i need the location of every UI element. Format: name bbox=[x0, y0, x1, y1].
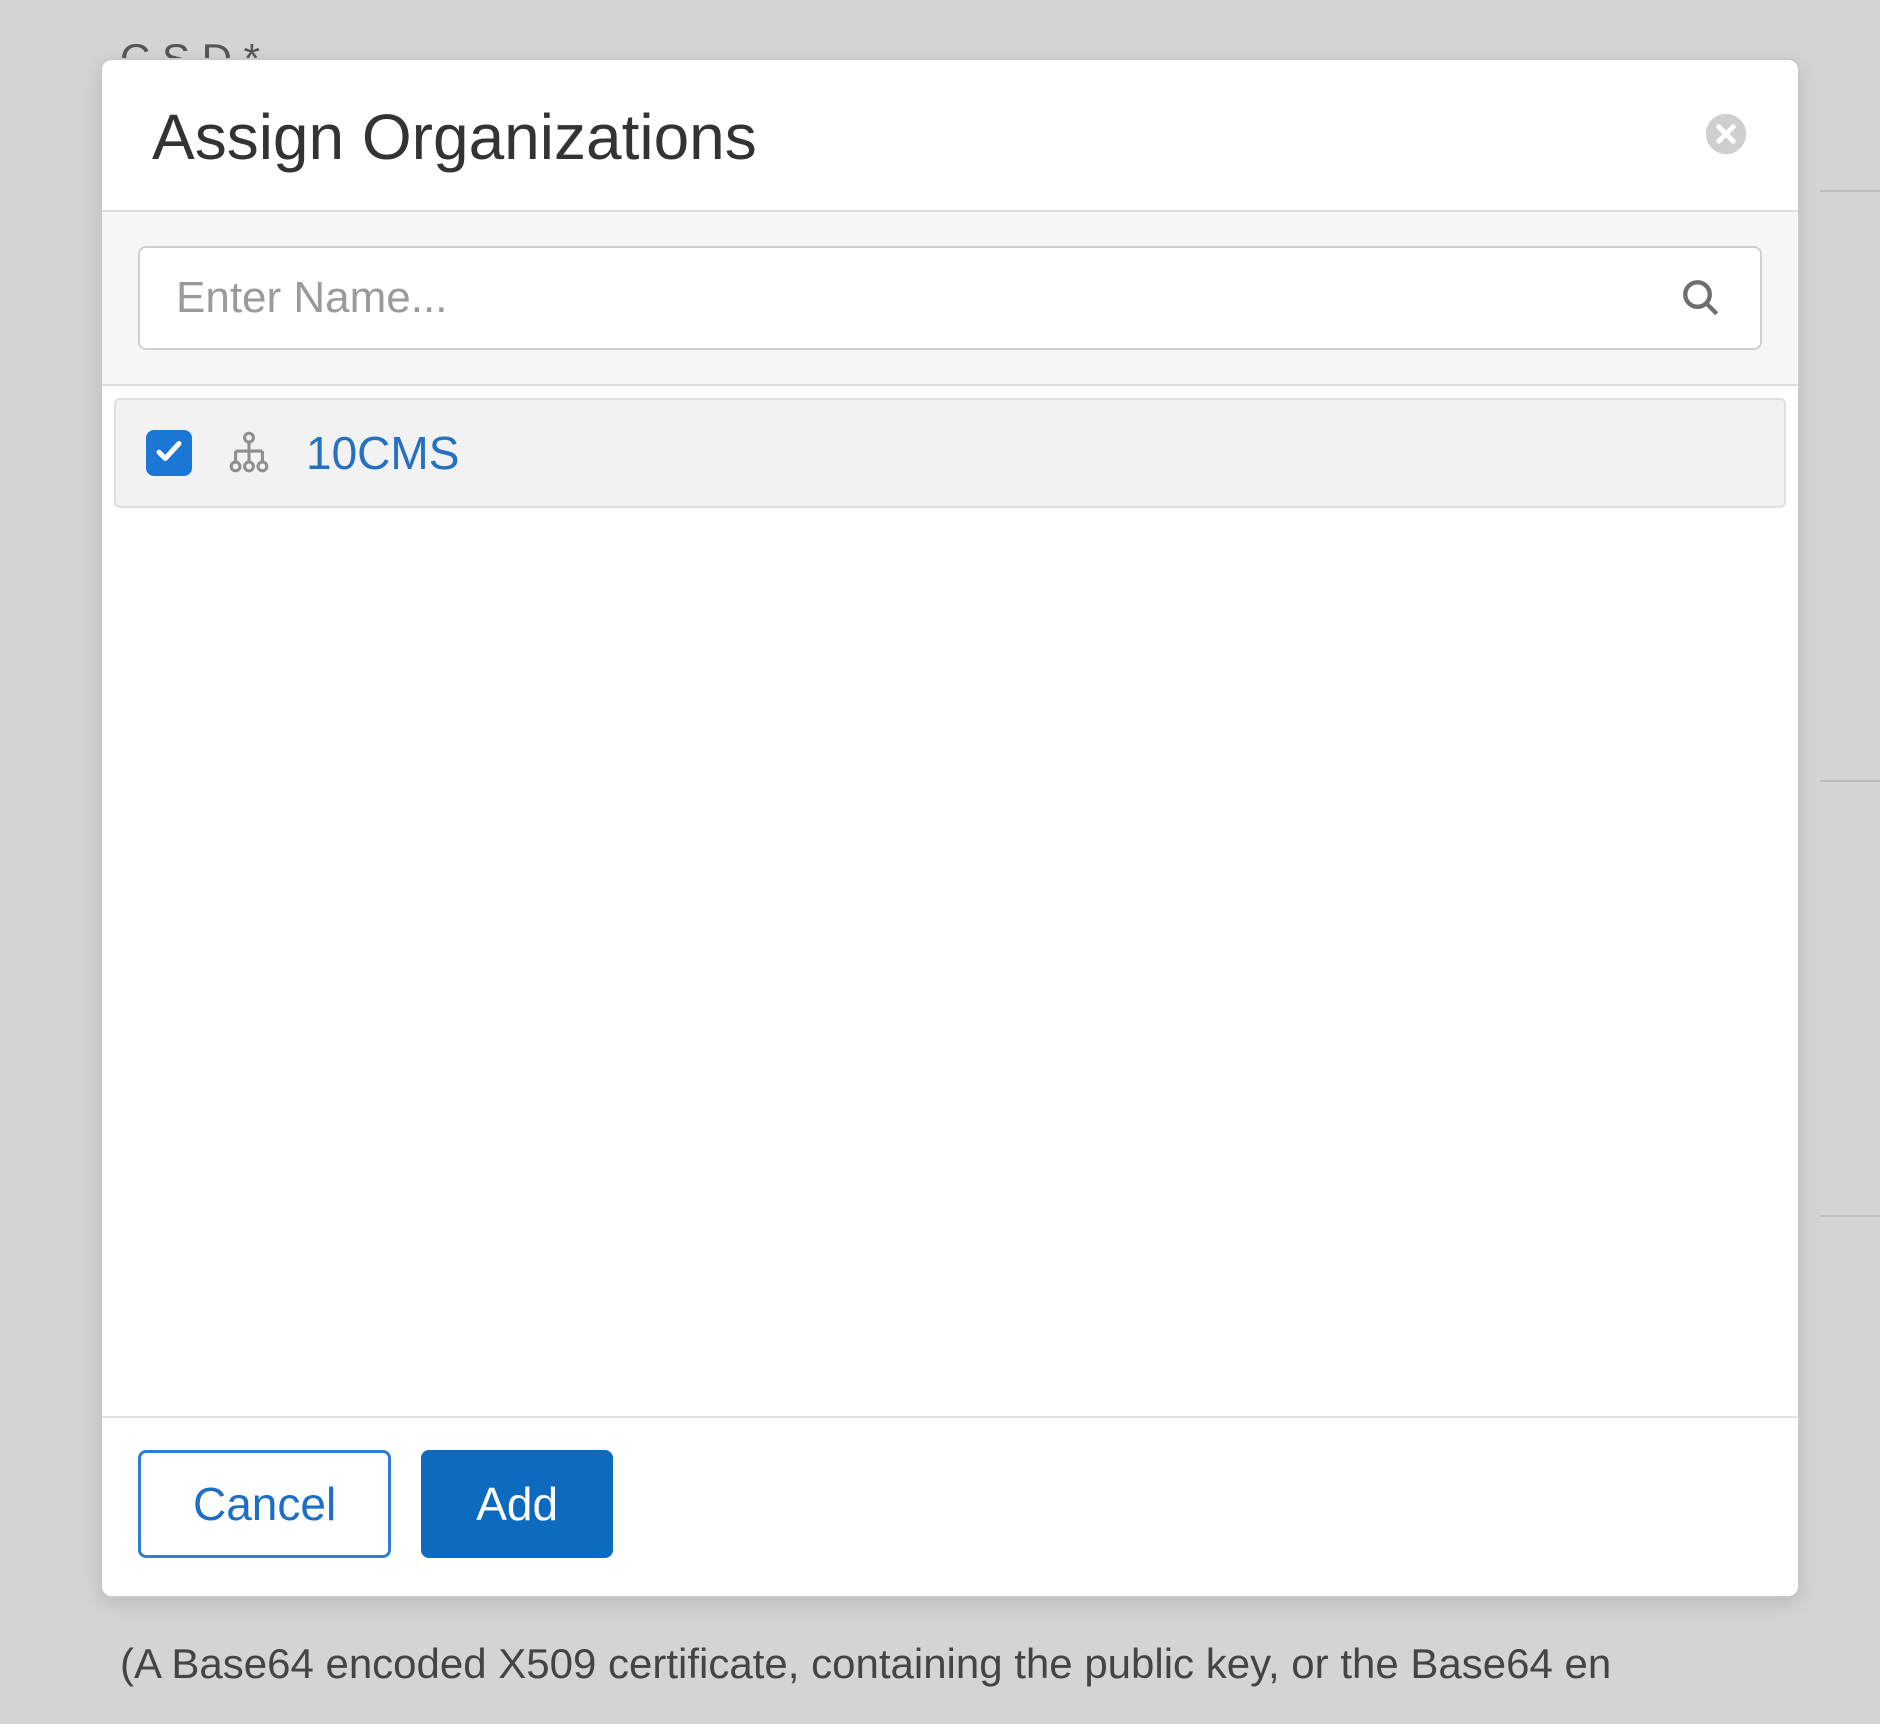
organization-name: 10CMS bbox=[306, 426, 459, 480]
search-section bbox=[102, 212, 1798, 386]
background-divider bbox=[1820, 1215, 1880, 1217]
organization-checkbox[interactable] bbox=[146, 430, 192, 476]
assign-organizations-modal: Assign Organizations bbox=[100, 58, 1800, 1598]
cancel-button[interactable]: Cancel bbox=[138, 1450, 391, 1558]
background-divider bbox=[1820, 190, 1880, 192]
check-icon bbox=[154, 436, 184, 471]
background-divider bbox=[1820, 780, 1880, 782]
organization-tree-icon bbox=[226, 430, 272, 476]
organization-list: 10CMS bbox=[102, 386, 1798, 1416]
modal-footer: Cancel Add bbox=[102, 1416, 1798, 1596]
add-button[interactable]: Add bbox=[421, 1450, 613, 1558]
close-button[interactable] bbox=[1704, 112, 1748, 156]
organization-row[interactable]: 10CMS bbox=[114, 398, 1786, 508]
background-help-text: (A Base64 encoded X509 certificate, cont… bbox=[120, 1640, 1611, 1688]
close-icon bbox=[1704, 112, 1748, 156]
search-input[interactable] bbox=[138, 246, 1762, 350]
modal-title: Assign Organizations bbox=[152, 100, 1748, 174]
modal-header: Assign Organizations bbox=[102, 60, 1798, 212]
search-input-wrap bbox=[138, 246, 1762, 350]
search-icon bbox=[1680, 277, 1722, 319]
